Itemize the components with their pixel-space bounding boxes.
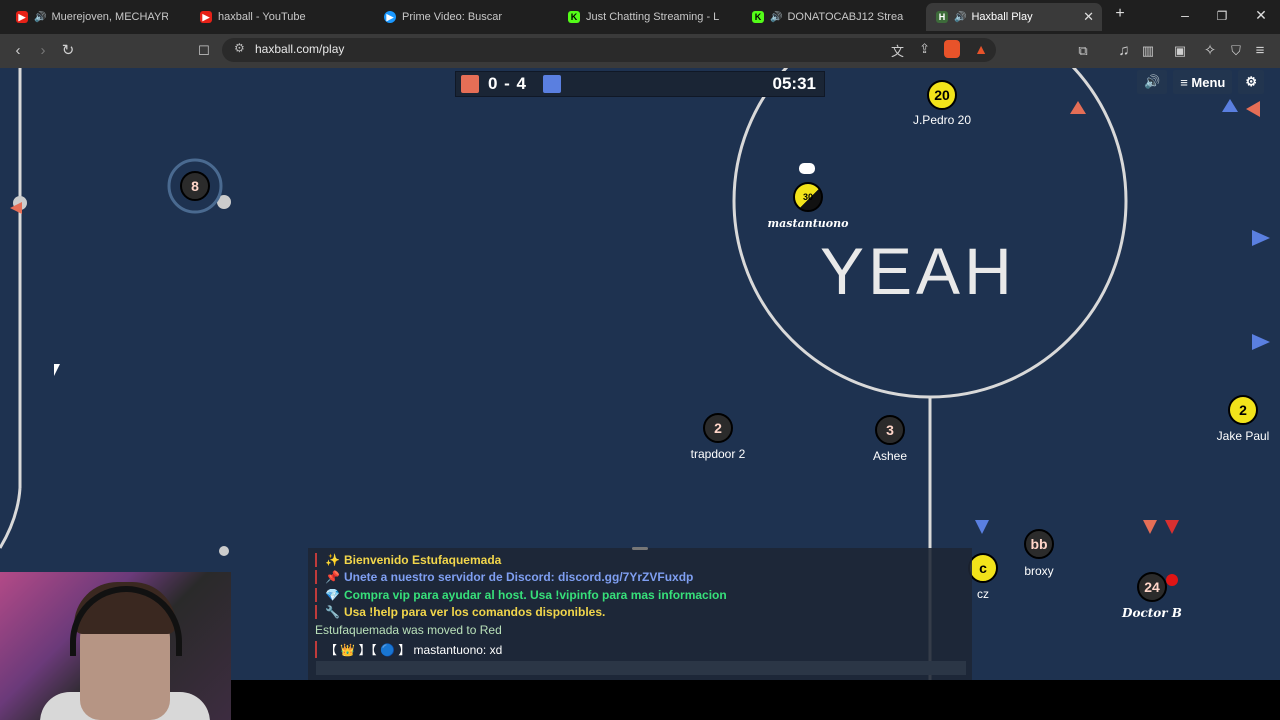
sparkle-icon: ✨ [325,553,340,567]
chat-message: 📌 Unete a nuestro servidor de Discord: di… [315,570,693,584]
player-avatar: c [968,553,998,583]
wrench-icon: 🔧 [325,605,340,619]
score: 0 - 4 [488,74,528,93]
vpn-icon[interactable]: ⛉ [1226,41,1246,61]
sidebar-icon[interactable]: ▥ [1138,41,1158,61]
youtube-icon: ▶ [200,11,212,23]
settings-icon[interactable]: ⚙ [1238,70,1264,94]
wallet-icon[interactable]: ▣ [1170,41,1190,61]
brave-rewards-icon[interactable]: ▲ [974,41,988,57]
tab-prime-video[interactable]: ▶ Prime Video: Buscar [374,3,546,31]
red-team-icon [461,75,479,93]
player-avatar: 3 [875,415,905,445]
status-dot [1166,574,1178,586]
back-icon[interactable]: ‹ [8,41,28,61]
player-name: J.Pedro 20 [912,113,972,127]
minimize-button[interactable]: – [1175,7,1195,23]
tab-title: DONATOCABJ12 Stream - W [787,11,904,23]
screenshot-icon[interactable]: ⧉ [1073,41,1093,61]
menu-button[interactable]: ≡ Menu [1173,70,1233,94]
mouse-cursor-icon [54,364,66,376]
leo-ai-icon[interactable]: ✧ [1200,41,1220,61]
translate-icon[interactable]: 文 [891,41,904,60]
player-avatar: 2 [703,413,733,443]
player-avatar: 8 [180,171,210,201]
chat-message: 💎 Compra vip para ayudar al host. Usa !vi… [315,588,727,602]
prime-video-icon: ▶ [384,11,396,23]
url-text[interactable]: haxball.com/play [255,42,344,56]
player-avatar: 24 [1137,572,1167,602]
browser-menu-icon[interactable]: ≡ [1250,41,1270,61]
chat-message: 【 👑 】【 🔵 】 mastantuono: xd [315,641,502,658]
blue-team-icon [543,75,561,93]
chat-message: ✨ Bienvenido Estufaquemada [315,553,501,567]
player-name: trapdoor 2 [690,447,746,461]
webcam-overlay [0,572,231,720]
match-timer: 05:31 [772,74,816,93]
close-tab-icon[interactable]: ✕ [1083,9,1094,25]
player-name: Jake Paul [1216,429,1270,443]
player-avatar: 20 [927,80,957,110]
maximize-button[interactable]: ❐ [1212,9,1232,23]
close-window-button[interactable]: ✕ [1251,7,1271,24]
gem-icon: 💎 [325,588,340,602]
audio-icon: 🔊 [34,11,47,23]
chat-resize-handle[interactable] [632,547,648,550]
tab-title: Haxball Play [971,11,1033,23]
tab-title: haxball - YouTube [218,11,306,23]
tab-haxball-youtube[interactable]: ▶ haxball - YouTube [190,3,362,31]
field-text: YEAH [820,234,1016,308]
tab-haxball-play[interactable]: H 🔊 Haxball Play ✕ [926,3,1102,31]
tab-donatocabj12[interactable]: K 🔊 DONATOCABJ12 Stream - W [742,3,914,31]
player-name: broxy [1024,564,1054,578]
media-icon[interactable]: ♫ [1114,41,1134,61]
player-name: Doctor B [1122,606,1182,620]
pin-icon: 📌 [325,570,340,584]
new-tab-button[interactable]: + [1110,5,1130,23]
tab-title: Muerejoven, MECHAYRXMEC [51,11,168,23]
kick-icon: K [568,11,580,23]
youtube-icon: ▶ [16,11,28,23]
player-avatar: bb [1024,529,1054,559]
brave-shields-icon[interactable] [944,40,960,58]
site-info-icon[interactable]: ⚙ [234,41,245,55]
chat-message: 🔧 Usa !help para ver los comandos disponi… [315,605,605,619]
tab-just-chatting[interactable]: K Just Chatting Streaming - Live S [558,3,730,31]
reload-icon[interactable]: ↻ [58,41,78,61]
player-name: mastantuono [767,217,849,230]
tab-muerejoven[interactable]: ▶ 🔊 Muerejoven, MECHAYRXMEC [6,3,178,31]
sound-icon[interactable]: 🔊 [1137,70,1168,94]
scoreboard: 0 - 4 05:31 [455,71,825,97]
audio-icon: 🔊 [770,11,783,23]
game-controls: 🔊 ≡ Menu ⚙ [1137,70,1264,94]
chat-input[interactable] [316,661,966,675]
chat-message: Estufaquemada was moved to Red [315,623,502,637]
player-name: cz [977,587,989,601]
player-avatar: 30 [793,182,823,212]
forward-icon[interactable]: › [33,41,53,61]
kick-icon: K [752,11,764,23]
share-icon[interactable]: ⇪ [919,41,930,57]
tab-title: Just Chatting Streaming - Live S [586,11,720,23]
address-bar[interactable]: ⚙ haxball.com/play 文 ⇪ ▲ [222,38,996,62]
chat-bubble-icon [799,163,815,174]
haxball-icon: H [936,11,948,23]
player-name: Ashee [872,449,908,463]
tab-title: Prime Video: Buscar [402,11,503,23]
player-avatar: 2 [1228,395,1258,425]
bookmark-icon[interactable]: ☐ [194,41,214,61]
audio-icon: 🔊 [954,11,967,23]
tab-bar: ▶ 🔊 Muerejoven, MECHAYRXMEC ▶ haxball - … [0,0,1280,34]
